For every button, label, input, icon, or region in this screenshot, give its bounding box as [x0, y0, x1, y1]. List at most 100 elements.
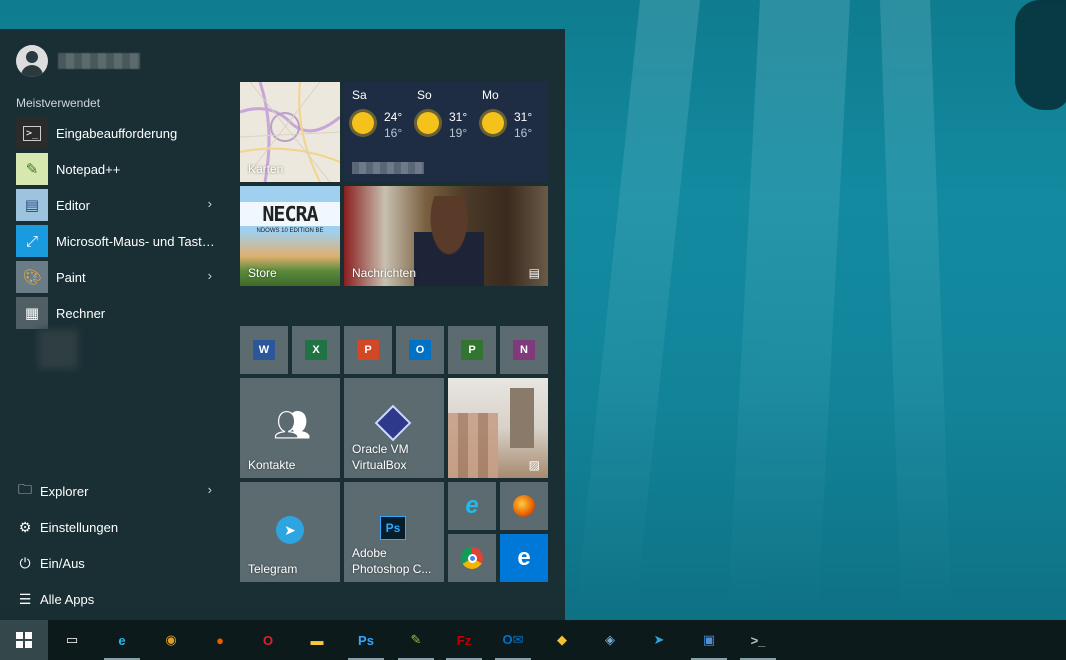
explorer-label: Explorer [40, 483, 89, 499]
app-item-paint[interactable]: 🎨︎ Paint › [16, 259, 224, 295]
news-photo-figure [414, 196, 484, 286]
word-icon: W [253, 340, 275, 360]
user-account[interactable] [16, 45, 140, 77]
taskbar-telegram-button[interactable]: ➤ [635, 620, 683, 660]
weather-low: 19° [449, 126, 468, 140]
tile-onenote[interactable]: N [500, 326, 548, 374]
weather-day-name: Sa [352, 88, 367, 102]
filezilla-icon: Fz [456, 632, 472, 648]
start-button[interactable] [0, 620, 48, 660]
app-label: Editor [56, 197, 90, 213]
app-label: Rechner [56, 305, 106, 321]
explorer-button[interactable]: 🗀︎ Explorer › [16, 473, 224, 509]
task-view-icon: ▭ [65, 632, 79, 647]
virtualbox-icon [374, 404, 412, 442]
taskbar-outlook-button[interactable]: O✉ [489, 620, 537, 660]
photo-pixelated [448, 413, 498, 478]
virtualbox-label: Oracle VM VirtualBox [352, 441, 409, 473]
taskbar-chrome-button[interactable]: ◉ [147, 620, 195, 660]
weather-low: 16° [384, 126, 403, 140]
most-used-heading: Meistverwendet [16, 96, 101, 110]
tile-powerpoint[interactable]: P [344, 326, 392, 374]
contacts-label: Kontakte [248, 458, 296, 472]
app-item-editor[interactable]: ▤ Editor › [16, 187, 224, 223]
file-explorer-icon: ▬ [310, 632, 324, 648]
tile-maps[interactable]: Karten [240, 82, 340, 182]
chrome-icon: ◉ [165, 632, 177, 647]
taskbar-photoshop-button[interactable]: Ps [342, 620, 390, 660]
most-used-list: >_ Eingabeaufforderung ✎ Notepad++ ▤ Edi… [16, 115, 224, 331]
news-icon: ▤ [528, 266, 540, 280]
tile-chrome[interactable] [448, 534, 496, 582]
photoshop-icon: Ps [380, 516, 406, 540]
paint-icon: 🎨︎ [16, 261, 48, 293]
sun-icon [417, 112, 439, 134]
all-apps-icon: ☰ [18, 590, 32, 607]
sun-icon [352, 112, 374, 134]
taskbar-sandbox-button[interactable]: ◆ [538, 620, 586, 660]
all-apps-button[interactable]: ☰ Alle Apps [16, 581, 224, 617]
app-item-notepadpp[interactable]: ✎ Notepad++ [16, 151, 224, 187]
diver-silhouette [1015, 0, 1066, 110]
app-item-mouse-keyboard[interactable]: ⤢ Microsoft-Maus- und Tastatu... [16, 223, 224, 259]
taskbar-task-view-button[interactable]: ▭ [48, 620, 96, 660]
mouse-keyboard-icon: ⤢ [16, 225, 48, 257]
chevron-right-icon[interactable]: › [208, 196, 212, 211]
taskbar-filezilla-button[interactable]: Fz [440, 620, 488, 660]
photos-icon: ▨ [528, 458, 540, 472]
start-bottom-list: 🗀︎ Explorer › ⚙ Einstellungen ⏻ Ein/Aus … [16, 473, 224, 617]
tile-edge[interactable]: e [500, 534, 548, 582]
app-item-calculator[interactable]: ▦ Rechner [16, 295, 224, 331]
tile-weather[interactable]: Sa 24° 16° So 31° 19° Mo 31° 16° [344, 82, 548, 182]
edge-icon: e [517, 544, 531, 571]
tile-excel[interactable]: X [292, 326, 340, 374]
telegram-icon: ➤ [653, 632, 665, 647]
weather-low: 16° [514, 126, 533, 140]
weather-high: 24° [384, 110, 403, 124]
virtualbox-icon: ◈ [605, 632, 615, 647]
tile-photoshop[interactable]: Ps Adobe Photoshop C... [344, 482, 444, 582]
taskbar-network-tool-button[interactable]: ▣ [685, 620, 733, 660]
virtualbox-label-line1: Oracle VM [352, 442, 409, 456]
excel-icon: X [305, 340, 327, 360]
tile-photos[interactable]: ▨ [448, 378, 548, 478]
tile-word[interactable]: W [240, 326, 288, 374]
taskbar-file-explorer-button[interactable]: ▬ [293, 620, 341, 660]
tile-internet-explorer[interactable]: e [448, 482, 496, 530]
drag-ghost-icon [38, 329, 78, 369]
sandbox-icon: ◆ [557, 632, 567, 647]
app-label: Eingabeaufforderung [56, 125, 178, 141]
onenote-icon: N [513, 340, 535, 360]
tile-telegram[interactable]: ➤ Telegram [240, 482, 340, 582]
tile-outlook[interactable]: O [396, 326, 444, 374]
tile-virtualbox[interactable]: Oracle VM VirtualBox [344, 378, 444, 478]
weather-day-name: Mo [482, 88, 499, 102]
taskbar-firefox-button[interactable]: ● [196, 620, 244, 660]
app-label: Notepad++ [56, 161, 121, 177]
start-menu: Meistverwendet >_ Eingabeaufforderung ✎ … [0, 29, 565, 620]
tile-contacts[interactable]: 👥︎ Kontakte [240, 378, 340, 478]
tile-store[interactable]: NECRA NDOWS 10 EDITION BE Store [240, 186, 340, 286]
settings-button[interactable]: ⚙ Einstellungen [16, 509, 224, 545]
calculator-icon: ▦ [16, 297, 48, 329]
chevron-right-icon[interactable]: › [208, 482, 212, 497]
taskbar-cmd-button[interactable]: >_ [734, 620, 782, 660]
tile-project[interactable]: P [448, 326, 496, 374]
notepadpp-icon: ✎ [16, 153, 48, 185]
tile-news[interactable]: Nachrichten ▤ [344, 186, 548, 286]
all-apps-label: Alle Apps [40, 591, 95, 607]
taskbar-virtualbox-button[interactable]: ◈ [586, 620, 634, 660]
explorer-icon: 🗀︎ [18, 481, 32, 497]
taskbar-opera-button[interactable]: O [244, 620, 292, 660]
app-label: Paint [56, 269, 86, 285]
app-label: Microsoft-Maus- und Tastatu... [56, 233, 221, 249]
tile-firefox[interactable] [500, 482, 548, 530]
opera-icon: O [262, 632, 274, 648]
weather-location-redacted [352, 162, 424, 174]
app-item-cmd[interactable]: >_ Eingabeaufforderung [16, 115, 224, 151]
taskbar-notepadpp-button[interactable]: ✎ [392, 620, 440, 660]
taskbar-internet-explorer-button[interactable]: e [98, 620, 146, 660]
photoshop-label: Adobe Photoshop C... [352, 545, 431, 577]
power-button[interactable]: ⏻ Ein/Aus [16, 545, 224, 581]
chevron-right-icon[interactable]: › [208, 268, 212, 283]
